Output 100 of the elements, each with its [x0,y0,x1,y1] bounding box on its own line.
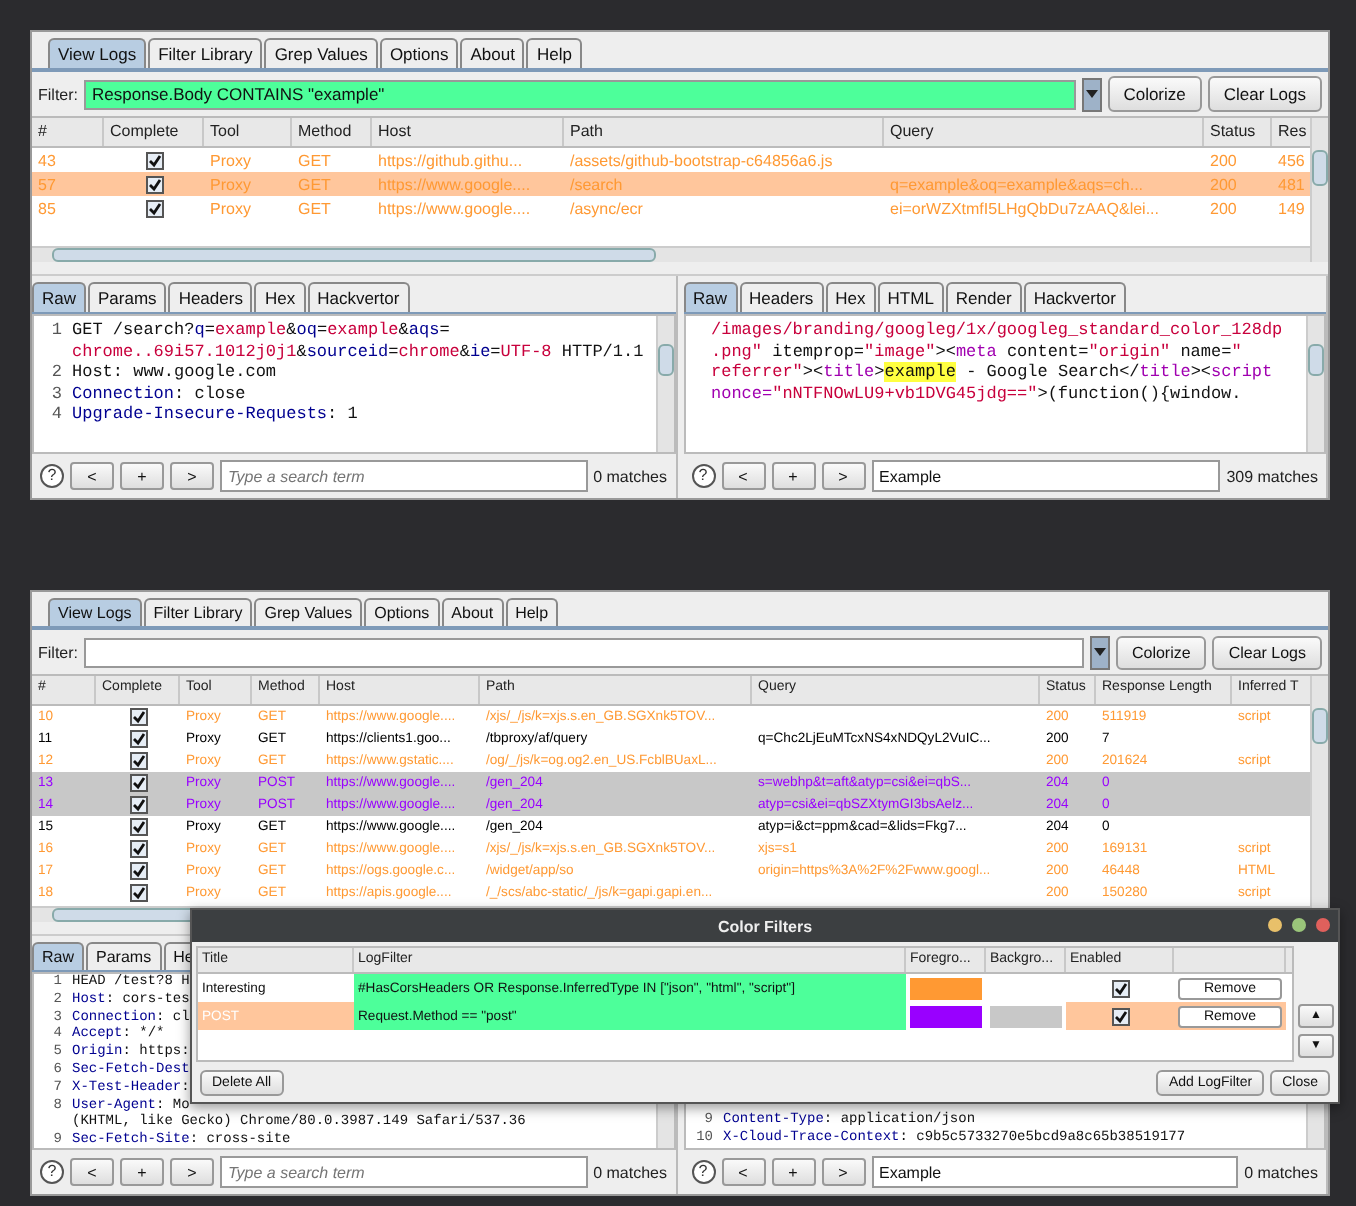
tab[interactable]: Help [505,598,559,626]
tab[interactable]: Headers [739,282,824,312]
filter-field[interactable] [84,637,1084,667]
code-line: nonce="nNTFNOwLU9+vb1DVG45jdg==">(function(){window. [711,383,1242,404]
tab[interactable]: Raw [32,282,87,312]
tab[interactable]: View Logs [48,598,142,626]
search-field[interactable]: Type a search term [220,1156,588,1188]
toolbar-button[interactable]: Clear Logs [1212,635,1322,669]
scrollbar-thumb[interactable] [657,344,673,376]
tab[interactable]: About [441,598,504,626]
checkbox[interactable] [1111,979,1129,997]
toolbar-button[interactable]: Colorize [1107,76,1202,112]
tab[interactable]: Grep Values [264,38,378,68]
maximize-button[interactable] [1292,918,1306,932]
add-button[interactable]: + [120,462,164,490]
search-field[interactable]: Example [871,1156,1239,1188]
scrollbar-track[interactable] [1306,316,1324,452]
line-number: 3 [51,383,62,403]
checkbox[interactable] [1111,1007,1129,1025]
checkbox[interactable] [129,818,147,836]
column-header[interactable]: # [32,118,104,146]
tab[interactable]: Options [379,38,459,68]
next-button[interactable]: > [170,462,214,490]
tab[interactable]: Hackvertor [307,282,410,312]
next-button[interactable]: > [821,462,865,490]
checkbox[interactable] [129,796,147,814]
caret-icon [1085,90,1098,98]
checkbox[interactable] [129,862,147,880]
table-cell: 57 [38,175,56,193]
help-button[interactable]: ? [691,1160,715,1184]
previous-button[interactable]: < [721,1158,765,1186]
filter-field[interactable]: Response.Body CONTAINS "example" [84,79,1076,109]
checkbox[interactable] [129,884,147,902]
line-number: 1 [51,320,62,340]
tab[interactable]: Headers [168,282,253,312]
tab[interactable]: Options [364,598,440,626]
scrollbar-track[interactable] [655,316,673,452]
scrollbar-track[interactable] [1310,118,1328,262]
help-button[interactable]: ? [691,464,715,488]
checkbox[interactable] [129,752,147,770]
previous-button[interactable]: < [70,462,114,490]
column-header[interactable]: Status [1204,118,1272,146]
column-header[interactable]: Path [564,118,884,146]
tab[interactable]: About [460,38,525,68]
table-cell: /async/ecr [570,199,643,217]
dropdown-button[interactable] [1089,635,1110,669]
checkbox[interactable] [129,840,147,858]
next-button[interactable]: > [170,1158,214,1186]
tab[interactable]: View Logs [48,38,147,68]
scrollbar-track[interactable] [32,246,1310,262]
tab[interactable]: Hex [825,282,876,312]
code-line: referrer"><title>example - Google Search</title><script [711,362,1273,383]
previous-button[interactable]: < [721,462,765,490]
scrollbar-thumb[interactable] [1312,150,1328,186]
column-header[interactable]: Host [372,118,564,146]
checkbox[interactable] [129,708,147,726]
column-header[interactable]: Complete [104,118,204,146]
column-header[interactable]: Tool [204,118,292,146]
tab[interactable]: HTML [877,282,944,312]
close-button[interactable] [1316,918,1330,932]
dropdown-button[interactable] [1081,77,1102,111]
checkbox[interactable] [129,730,147,748]
checkbox[interactable] [145,199,163,217]
next-button[interactable]: > [821,1158,865,1186]
tab[interactable]: Grep Values [254,598,363,626]
scrollbar-thumb[interactable] [1308,344,1324,376]
scrollbar-thumb[interactable] [52,248,656,262]
toolbar-button[interactable]: Clear Logs [1207,76,1322,112]
tab[interactable]: Params [86,942,162,970]
toolbar-button[interactable]: Colorize [1115,635,1207,669]
column-header[interactable]: Method [292,118,372,146]
checkbox[interactable] [145,175,163,193]
add-button[interactable]: + [120,1158,164,1186]
scrollbar-thumb[interactable] [1312,708,1328,744]
table-cell: Proxy [210,151,251,169]
tab[interactable]: Filter Library [148,38,263,68]
tab[interactable]: Raw [683,282,738,312]
tab[interactable]: Hackvertor [1023,282,1126,312]
color-swatch[interactable] [910,977,982,999]
add-button[interactable]: + [771,462,815,490]
search-field[interactable]: Type a search term [220,460,588,492]
checkbox[interactable] [129,774,147,792]
minimize-button[interactable] [1268,918,1282,932]
column-header[interactable]: Query [884,118,1204,146]
tab[interactable]: Hex [254,282,306,312]
tab[interactable]: Filter Library [143,598,253,626]
checkbox[interactable] [145,151,163,169]
add-button[interactable]: + [771,1158,815,1186]
help-button[interactable]: ? [40,1160,64,1184]
color-swatch[interactable] [990,1005,1062,1027]
tab[interactable]: Params [88,282,167,312]
code-editor[interactable]: 1 GET /search?q=example&oq=example&aqs= chrome..69i57.1012j0j1&sourceid=chrome&ie=UTF-8 HTTP/1.1 2 Host: www.google.com 3 Connection: close 4 Upgrade-Insecure-Requests: 1 [32,314,675,454]
tab[interactable]: Help [526,38,582,68]
help-button[interactable]: ? [40,464,64,488]
tab[interactable]: Raw [32,942,85,970]
search-field[interactable]: Example [871,460,1221,492]
tab[interactable]: Render [945,282,1022,312]
code-editor[interactable] [683,314,1326,454]
color-swatch[interactable] [910,1005,982,1027]
previous-button[interactable]: < [70,1158,114,1186]
